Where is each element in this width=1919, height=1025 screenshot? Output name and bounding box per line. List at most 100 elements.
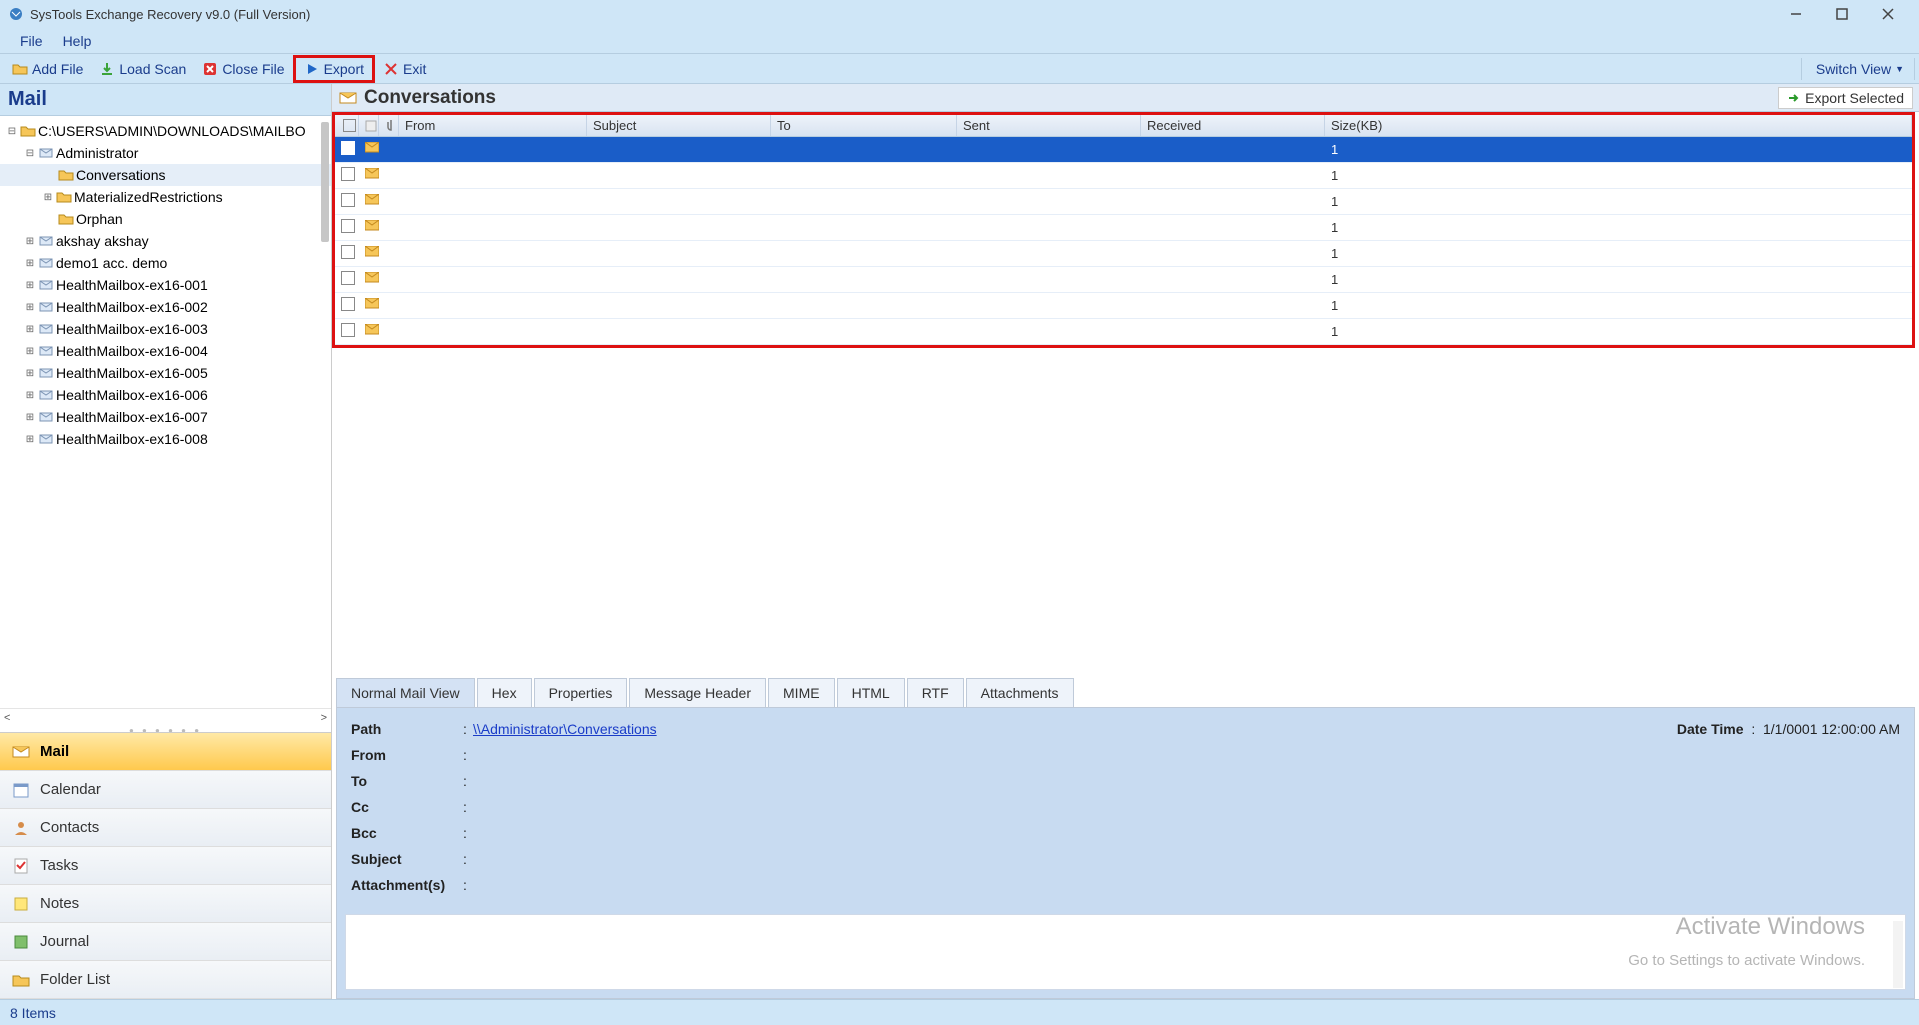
tab-normal-view[interactable]: Normal Mail View (336, 678, 475, 707)
expand-icon[interactable]: ⊞ (24, 412, 36, 423)
nav-calendar[interactable]: Calendar (0, 771, 331, 809)
header-attachment[interactable] (379, 115, 399, 136)
nav-journal[interactable]: Journal (0, 923, 331, 961)
close-file-button[interactable]: Close File (194, 58, 292, 80)
table-row[interactable]: 1 (335, 137, 1912, 163)
table-row[interactable]: 1 (335, 241, 1912, 267)
tree-akshay[interactable]: ⊞ akshay akshay (0, 230, 331, 252)
header-checkbox[interactable] (335, 115, 359, 136)
contacts-icon (12, 819, 30, 837)
export-selected-button[interactable]: Export Selected (1778, 87, 1913, 109)
tree-root[interactable]: ⊟ C:\USERS\ADMIN\DOWNLOADS\MAILBO (0, 120, 331, 142)
app-icon (8, 6, 24, 22)
header-from[interactable]: From (399, 115, 587, 136)
table-row[interactable]: 1 (335, 215, 1912, 241)
expand-icon[interactable]: ⊞ (24, 302, 36, 313)
tree-hmb4[interactable]: ⊞ HealthMailbox-ex16-004 (0, 340, 331, 362)
tree-label: akshay akshay (56, 233, 149, 249)
menu-file[interactable]: File (10, 29, 53, 53)
row-checkbox[interactable] (341, 323, 355, 337)
tree-hmb2[interactable]: ⊞ HealthMailbox-ex16-002 (0, 296, 331, 318)
tree-hmb5[interactable]: ⊞ HealthMailbox-ex16-005 (0, 362, 331, 384)
tree-hmb3[interactable]: ⊞ HealthMailbox-ex16-003 (0, 318, 331, 340)
table-row[interactable]: 1 (335, 163, 1912, 189)
tab-hex[interactable]: Hex (477, 678, 532, 707)
mailbox-icon (38, 409, 54, 425)
row-checkbox[interactable] (341, 167, 355, 181)
expand-icon[interactable]: ⊞ (24, 258, 36, 269)
tree-hmb6[interactable]: ⊞ HealthMailbox-ex16-006 (0, 384, 331, 406)
nav-panes: Mail Calendar Contacts Tasks Notes Journ… (0, 732, 331, 999)
export-label: Export (324, 61, 364, 77)
table-row[interactable]: 1 (335, 319, 1912, 345)
tree-conversations[interactable]: Conversations (0, 164, 331, 186)
tree-label: HealthMailbox-ex16-002 (56, 299, 208, 315)
body-scrollbar[interactable] (1893, 921, 1903, 988)
tree-materialized[interactable]: ⊞ MaterializedRestrictions (0, 186, 331, 208)
header-size[interactable]: Size(KB) (1325, 115, 1912, 136)
expand-icon[interactable]: ⊞ (24, 368, 36, 379)
tab-rtf[interactable]: RTF (907, 678, 964, 707)
exit-button[interactable]: Exit (375, 58, 434, 80)
tab-attachments[interactable]: Attachments (966, 678, 1074, 707)
maximize-button[interactable] (1819, 0, 1865, 28)
mail-icon (365, 272, 379, 287)
export-button[interactable]: Export (293, 55, 375, 83)
row-checkbox[interactable] (341, 245, 355, 259)
tree-orphan[interactable]: Orphan (0, 208, 331, 230)
header-to[interactable]: To (771, 115, 957, 136)
nav-tasks[interactable]: Tasks (0, 847, 331, 885)
collapse-icon[interactable]: ⊟ (24, 148, 36, 159)
tree-administrator[interactable]: ⊟ Administrator (0, 142, 331, 164)
path-link[interactable]: \\Administrator\Conversations (473, 721, 657, 737)
expand-icon[interactable]: ⊞ (24, 236, 36, 247)
row-checkbox[interactable] (341, 219, 355, 233)
header-flag[interactable] (359, 115, 379, 136)
table-row[interactable]: 1 (335, 293, 1912, 319)
table-row[interactable]: 1 (335, 267, 1912, 293)
tab-mime[interactable]: MIME (768, 678, 835, 707)
header-subject[interactable]: Subject (587, 115, 771, 136)
expand-icon[interactable]: ⊞ (24, 434, 36, 445)
menu-help[interactable]: Help (53, 29, 102, 53)
nav-notes[interactable]: Notes (0, 885, 331, 923)
header-received[interactable]: Received (1141, 115, 1325, 136)
add-file-button[interactable]: Add File (4, 58, 91, 80)
row-size: 1 (1325, 168, 1912, 183)
row-checkbox[interactable] (341, 193, 355, 207)
expand-icon[interactable]: ⊞ (24, 324, 36, 335)
expand-icon[interactable]: ⊞ (24, 346, 36, 357)
header-sent[interactable]: Sent (957, 115, 1141, 136)
tree-hmb8[interactable]: ⊞ HealthMailbox-ex16-008 (0, 428, 331, 450)
nav-folder-list[interactable]: Folder List (0, 961, 331, 999)
collapse-icon[interactable]: ⊟ (6, 126, 18, 137)
table-row[interactable]: 1 (335, 189, 1912, 215)
close-button[interactable] (1865, 0, 1911, 28)
window-title: SysTools Exchange Recovery v9.0 (Full Ve… (30, 7, 1773, 22)
switch-view-button[interactable]: Switch View ▼ (1801, 58, 1915, 80)
nav-mail-label: Mail (40, 743, 69, 760)
tree-scrollbar[interactable] (321, 122, 329, 242)
row-size: 1 (1325, 272, 1912, 287)
expand-icon[interactable]: ⊞ (42, 192, 54, 203)
calendar-icon (12, 781, 30, 799)
tree-label: HealthMailbox-ex16-005 (56, 365, 208, 381)
tree-demo1[interactable]: ⊞ demo1 acc. demo (0, 252, 331, 274)
minimize-button[interactable] (1773, 0, 1819, 28)
row-checkbox[interactable] (341, 141, 355, 155)
load-scan-button[interactable]: Load Scan (91, 58, 194, 80)
tree-hmb7[interactable]: ⊞ HealthMailbox-ex16-007 (0, 406, 331, 428)
expand-icon[interactable]: ⊞ (24, 280, 36, 291)
nav-mail[interactable]: Mail (0, 733, 331, 771)
tree-hmb1[interactable]: ⊞ HealthMailbox-ex16-001 (0, 274, 331, 296)
row-checkbox[interactable] (341, 271, 355, 285)
nav-contacts[interactable]: Contacts (0, 809, 331, 847)
tab-html[interactable]: HTML (837, 678, 905, 707)
row-checkbox[interactable] (341, 297, 355, 311)
tab-properties[interactable]: Properties (534, 678, 628, 707)
open-folder-icon (12, 61, 28, 77)
tab-message-header[interactable]: Message Header (629, 678, 766, 707)
expand-icon[interactable]: ⊞ (24, 390, 36, 401)
tree-horizontal-scrollbar[interactable]: <> (0, 708, 331, 726)
subject-label: Subject (351, 851, 463, 867)
